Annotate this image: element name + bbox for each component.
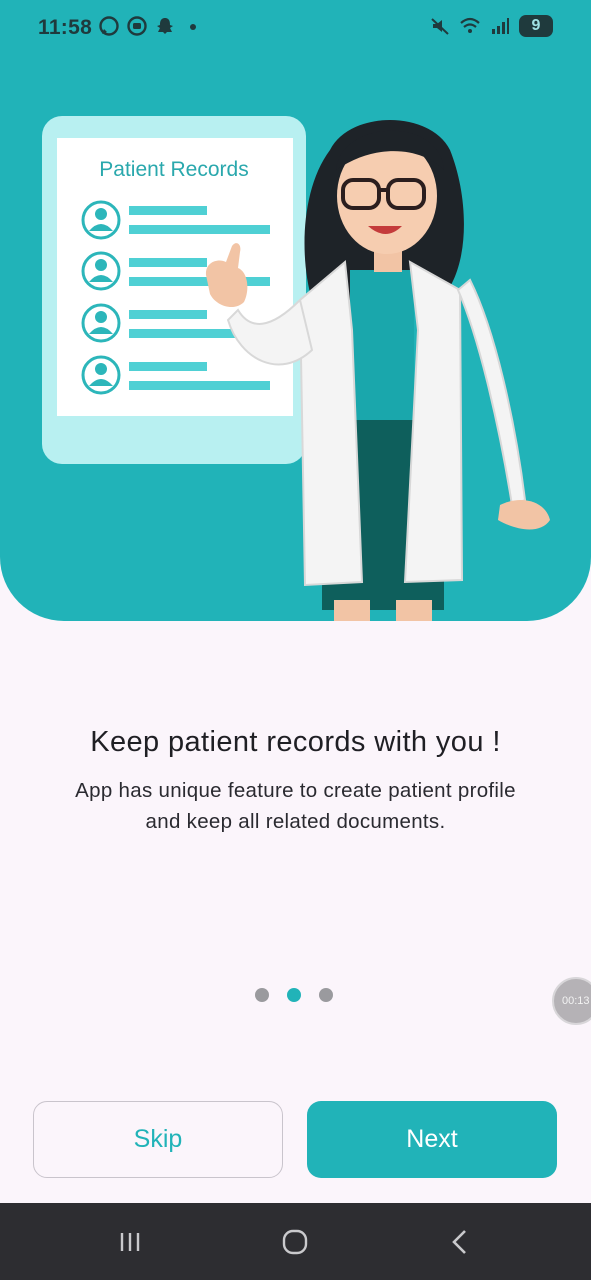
hero-banner: Patient Records	[0, 0, 591, 621]
dot-icon	[190, 24, 196, 30]
back-icon[interactable]	[445, 1227, 475, 1257]
whatsapp-icon	[99, 16, 119, 36]
status-bar: 11:58 9	[0, 0, 591, 56]
page-dot-3[interactable]	[319, 988, 333, 1002]
status-time: 11:58	[38, 16, 93, 39]
battery-icon: 9	[519, 15, 553, 37]
doctor-illustration: Patient Records	[42, 116, 550, 621]
mute-icon	[431, 18, 449, 35]
onboarding-title: Keep patient records with you !	[90, 726, 501, 758]
signal-icon	[492, 18, 509, 34]
card-title: Patient Records	[99, 158, 248, 181]
home-icon[interactable]	[280, 1227, 310, 1257]
subtitle-line-2: and keep all related documents.	[145, 810, 446, 833]
onboarding-subtitle: App has unique feature to create patient…	[30, 775, 561, 837]
recent-apps-icon[interactable]	[116, 1227, 146, 1257]
chat-app-icon	[127, 16, 147, 36]
subtitle-line-1: App has unique feature to create patient…	[75, 779, 516, 802]
wifi-icon	[460, 17, 480, 33]
page-indicator	[255, 988, 333, 1002]
screen-recorder-timer[interactable]: 00:13	[552, 977, 591, 1025]
next-button[interactable]: Next	[307, 1101, 557, 1178]
battery-level: 9	[531, 17, 541, 34]
page-dot-2[interactable]	[287, 988, 301, 1002]
snapchat-icon	[157, 18, 173, 34]
skip-button[interactable]: Skip	[33, 1101, 283, 1178]
page-dot-1[interactable]	[255, 988, 269, 1002]
system-navigation-bar	[0, 1203, 591, 1280]
